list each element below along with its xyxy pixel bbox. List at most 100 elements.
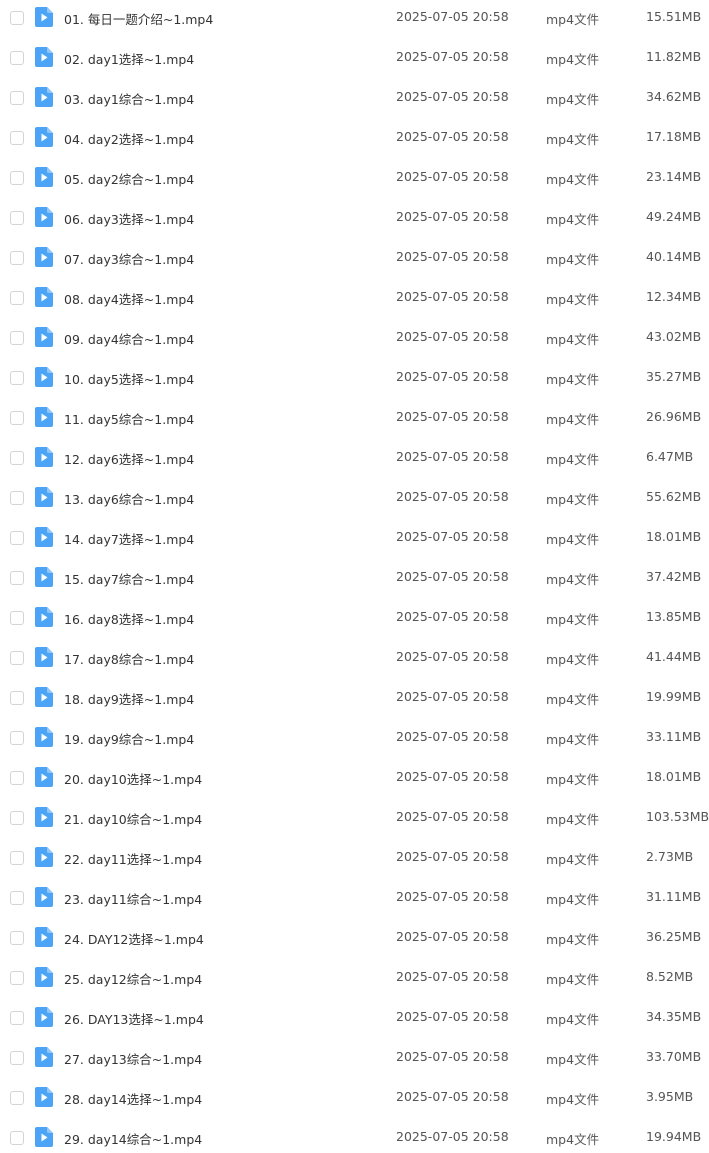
file-modified-time: 2025-07-05 20:58 [396, 89, 509, 104]
file-row[interactable]: 02. day1选择~1.mp4 2025-07-05 20:58 mp4文件 … [0, 40, 709, 80]
file-modified-time: 2025-07-05 20:58 [396, 889, 509, 904]
file-row[interactable]: 19. day9综合~1.mp4 2025-07-05 20:58 mp4文件 … [0, 720, 709, 760]
file-row[interactable]: 08. day4选择~1.mp4 2025-07-05 20:58 mp4文件 … [0, 280, 709, 320]
file-row[interactable]: 13. day6综合~1.mp4 2025-07-05 20:58 mp4文件 … [0, 480, 709, 520]
row-checkbox[interactable] [10, 651, 24, 665]
row-checkbox[interactable] [10, 131, 24, 145]
row-checkbox[interactable] [10, 291, 24, 305]
row-checkbox[interactable] [10, 691, 24, 705]
file-type: mp4文件 [546, 172, 600, 187]
file-name[interactable]: 24. DAY12选择~1.mp4 [64, 929, 204, 948]
file-row[interactable]: 25. day12综合~1.mp4 2025-07-05 20:58 mp4文件… [0, 960, 709, 1000]
file-name[interactable]: 27. day13综合~1.mp4 [64, 1049, 202, 1068]
file-row[interactable]: 07. day3综合~1.mp4 2025-07-05 20:58 mp4文件 … [0, 240, 709, 280]
file-modified-time: 2025-07-05 20:58 [396, 129, 509, 144]
file-name[interactable]: 11. day5综合~1.mp4 [64, 409, 194, 428]
file-name[interactable]: 21. day10综合~1.mp4 [64, 809, 202, 828]
file-name[interactable]: 08. day4选择~1.mp4 [64, 289, 194, 308]
file-row[interactable]: 04. day2选择~1.mp4 2025-07-05 20:58 mp4文件 … [0, 120, 709, 160]
file-name[interactable]: 23. day11综合~1.mp4 [64, 889, 202, 908]
file-row[interactable]: 23. day11综合~1.mp4 2025-07-05 20:58 mp4文件… [0, 880, 709, 920]
file-name[interactable]: 16. day8选择~1.mp4 [64, 609, 194, 628]
row-checkbox[interactable] [10, 331, 24, 345]
file-modified-time: 2025-07-05 20:58 [396, 9, 509, 24]
file-row[interactable]: 09. day4综合~1.mp4 2025-07-05 20:58 mp4文件 … [0, 320, 709, 360]
file-row[interactable]: 18. day9选择~1.mp4 2025-07-05 20:58 mp4文件 … [0, 680, 709, 720]
file-name[interactable]: 20. day10选择~1.mp4 [64, 769, 202, 788]
file-row[interactable]: 16. day8选择~1.mp4 2025-07-05 20:58 mp4文件 … [0, 600, 709, 640]
row-checkbox[interactable] [10, 1051, 24, 1065]
row-checkbox[interactable] [10, 931, 24, 945]
file-row[interactable]: 15. day7综合~1.mp4 2025-07-05 20:58 mp4文件 … [0, 560, 709, 600]
file-name[interactable]: 28. day14选择~1.mp4 [64, 1089, 202, 1108]
file-type: mp4文件 [546, 532, 600, 547]
row-checkbox[interactable] [10, 891, 24, 905]
file-row[interactable]: 10. day5选择~1.mp4 2025-07-05 20:58 mp4文件 … [0, 360, 709, 400]
row-checkbox[interactable] [10, 11, 24, 25]
file-row[interactable]: 06. day3选择~1.mp4 2025-07-05 20:58 mp4文件 … [0, 200, 709, 240]
file-row[interactable]: 14. day7选择~1.mp4 2025-07-05 20:58 mp4文件 … [0, 520, 709, 560]
file-row[interactable]: 12. day6选择~1.mp4 2025-07-05 20:58 mp4文件 … [0, 440, 709, 480]
file-row[interactable]: 26. DAY13选择~1.mp4 2025-07-05 20:58 mp4文件… [0, 1000, 709, 1040]
row-checkbox[interactable] [10, 771, 24, 785]
row-checkbox[interactable] [10, 731, 24, 745]
row-checkbox[interactable] [10, 611, 24, 625]
file-name[interactable]: 13. day6综合~1.mp4 [64, 489, 194, 508]
file-name[interactable]: 05. day2综合~1.mp4 [64, 169, 194, 188]
file-name[interactable]: 12. day6选择~1.mp4 [64, 449, 194, 468]
file-modified-time: 2025-07-05 20:58 [396, 169, 509, 184]
row-checkbox[interactable] [10, 1131, 24, 1145]
file-name[interactable]: 18. day9选择~1.mp4 [64, 689, 194, 708]
file-name[interactable]: 15. day7综合~1.mp4 [64, 569, 194, 588]
row-checkbox[interactable] [10, 811, 24, 825]
file-name[interactable]: 03. day1综合~1.mp4 [64, 89, 194, 108]
row-checkbox[interactable] [10, 851, 24, 865]
file-name[interactable]: 10. day5选择~1.mp4 [64, 369, 194, 388]
file-name[interactable]: 17. day8综合~1.mp4 [64, 649, 194, 668]
file-row[interactable]: 11. day5综合~1.mp4 2025-07-05 20:58 mp4文件 … [0, 400, 709, 440]
file-row[interactable]: 28. day14选择~1.mp4 2025-07-05 20:58 mp4文件… [0, 1080, 709, 1120]
row-checkbox[interactable] [10, 171, 24, 185]
file-name[interactable]: 26. DAY13选择~1.mp4 [64, 1009, 204, 1028]
file-row[interactable]: 01. 每日一题介绍~1.mp4 2025-07-05 20:58 mp4文件 … [0, 0, 709, 40]
row-checkbox[interactable] [10, 971, 24, 985]
file-row[interactable]: 22. day11选择~1.mp4 2025-07-05 20:58 mp4文件… [0, 840, 709, 880]
file-name[interactable]: 14. day7选择~1.mp4 [64, 529, 194, 548]
file-name[interactable]: 04. day2选择~1.mp4 [64, 129, 194, 148]
video-file-icon [35, 727, 53, 747]
row-checkbox[interactable] [10, 451, 24, 465]
file-type: mp4文件 [546, 212, 600, 227]
row-checkbox[interactable] [10, 491, 24, 505]
file-name[interactable]: 06. day3选择~1.mp4 [64, 209, 194, 228]
row-checkbox[interactable] [10, 1011, 24, 1025]
file-name[interactable]: 01. 每日一题介绍~1.mp4 [64, 9, 213, 28]
row-checkbox[interactable] [10, 211, 24, 225]
file-modified-time: 2025-07-05 20:58 [396, 609, 509, 624]
file-row[interactable]: 24. DAY12选择~1.mp4 2025-07-05 20:58 mp4文件… [0, 920, 709, 960]
row-checkbox[interactable] [10, 51, 24, 65]
row-checkbox[interactable] [10, 571, 24, 585]
row-checkbox[interactable] [10, 531, 24, 545]
file-size: 19.94MB [646, 1129, 702, 1144]
file-name[interactable]: 02. day1选择~1.mp4 [64, 49, 194, 68]
file-row[interactable]: 17. day8综合~1.mp4 2025-07-05 20:58 mp4文件 … [0, 640, 709, 680]
row-checkbox[interactable] [10, 411, 24, 425]
row-checkbox[interactable] [10, 251, 24, 265]
row-checkbox[interactable] [10, 1091, 24, 1105]
file-row[interactable]: 27. day13综合~1.mp4 2025-07-05 20:58 mp4文件… [0, 1040, 709, 1080]
file-name[interactable]: 29. day14综合~1.mp4 [64, 1129, 202, 1148]
file-size: 18.01MB [646, 769, 702, 784]
file-row[interactable]: 29. day14综合~1.mp4 2025-07-05 20:58 mp4文件… [0, 1120, 709, 1153]
file-name[interactable]: 19. day9综合~1.mp4 [64, 729, 194, 748]
row-checkbox[interactable] [10, 371, 24, 385]
file-row[interactable]: 20. day10选择~1.mp4 2025-07-05 20:58 mp4文件… [0, 760, 709, 800]
file-modified-time: 2025-07-05 20:58 [396, 729, 509, 744]
file-name[interactable]: 25. day12综合~1.mp4 [64, 969, 202, 988]
file-row[interactable]: 03. day1综合~1.mp4 2025-07-05 20:58 mp4文件 … [0, 80, 709, 120]
file-row[interactable]: 05. day2综合~1.mp4 2025-07-05 20:58 mp4文件 … [0, 160, 709, 200]
file-name[interactable]: 07. day3综合~1.mp4 [64, 249, 194, 268]
row-checkbox[interactable] [10, 91, 24, 105]
file-row[interactable]: 21. day10综合~1.mp4 2025-07-05 20:58 mp4文件… [0, 800, 709, 840]
file-name[interactable]: 09. day4综合~1.mp4 [64, 329, 194, 348]
file-name[interactable]: 22. day11选择~1.mp4 [64, 849, 202, 868]
